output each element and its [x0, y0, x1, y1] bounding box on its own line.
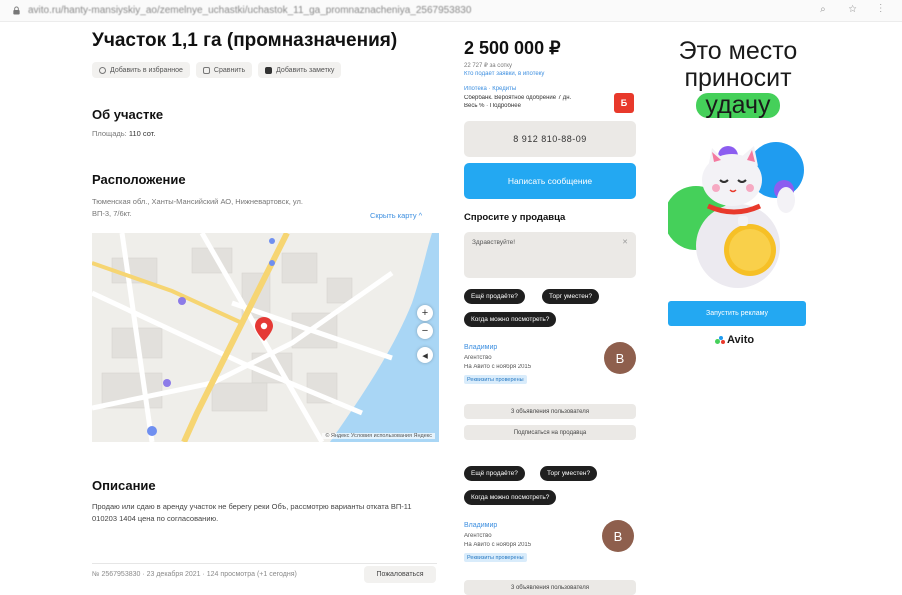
seller-verified-badge: Реквизиты проверены	[464, 375, 527, 384]
ad-headline[interactable]: Это место приносит удачу	[668, 38, 808, 119]
url-text[interactable]: avito.ru/hanty-mansiyskiy_ao/zemelnye_uc…	[28, 5, 471, 16]
ad-line-2: приносит	[684, 64, 792, 92]
seller-verified-badge-2: Реквизиты проверены	[464, 553, 527, 562]
add-favorite-label: Добавить в избранное	[110, 66, 183, 74]
add-note-label: Добавить заметку	[276, 66, 335, 74]
map-attribution[interactable]: © Яндекс Условия использования Яндекс	[322, 433, 435, 439]
heart-icon	[99, 66, 106, 74]
zoom-out-button[interactable]: −	[417, 323, 433, 339]
promo-line-3[interactable]: Весь % · Подробнее	[464, 103, 521, 110]
bank-logo-badge: Б	[614, 93, 634, 113]
ask-seller-input[interactable]: Здравствуйте! ✕	[464, 232, 636, 278]
price-note-link[interactable]: Кто подаёт заявки, в ипотеку	[464, 71, 544, 78]
ad-line-1: Это место	[678, 37, 798, 65]
locate-me-button[interactable]: ◂	[417, 347, 433, 363]
ad-launch-button[interactable]: Запустить рекламу	[668, 301, 806, 326]
lucky-cat-illustration[interactable]	[668, 134, 808, 294]
listing-actions: Добавить в избранное Сравнить Добавить з…	[92, 62, 342, 78]
seller-ads-button-2[interactable]: 3 объявления пользователя	[464, 580, 636, 595]
seller-role-2: Агентство	[464, 533, 492, 539]
seller-name-link[interactable]: Владимир	[464, 344, 497, 351]
ad-highlight-word: удачу	[696, 93, 780, 118]
location-map[interactable]: + − ◂ © Яндекс Условия использования Янд…	[92, 233, 439, 442]
area-row: Площадь: 110 сот.	[92, 129, 155, 138]
price-per-area: 22 727 ₽ за сотку	[464, 63, 512, 69]
add-note-button[interactable]: Добавить заметку	[258, 62, 342, 78]
listing-footer-meta: № 2567953830 · 23 декабря 2021 · 124 про…	[92, 571, 297, 578]
about-heading: Об участке	[92, 107, 164, 122]
zoom-in-button[interactable]: +	[417, 305, 433, 321]
quick-question-still-selling-2[interactable]: Ещё продаёте?	[464, 466, 525, 481]
footer-divider	[92, 563, 437, 564]
avito-logo[interactable]: Avito	[715, 334, 754, 346]
quick-question-viewing-2[interactable]: Когда можно посмотреть?	[464, 490, 557, 505]
location-heading: Расположение	[92, 172, 186, 187]
note-icon	[265, 66, 273, 74]
compare-icon	[202, 66, 210, 74]
avito-logo-icon	[715, 336, 725, 344]
complain-button[interactable]: Пожаловаться	[364, 566, 436, 583]
add-favorite-button[interactable]: Добавить в избранное	[92, 62, 190, 78]
compare-button[interactable]: Сравнить	[195, 62, 253, 78]
price: 2 500 000 ₽	[464, 38, 561, 58]
compare-label: Сравнить	[213, 66, 246, 74]
lock-icon	[13, 6, 20, 15]
quick-question-still-selling[interactable]: Ещё продаёте?	[464, 289, 525, 304]
seller-since-2: На Авито с ноября 2015	[464, 542, 532, 548]
promo-line-1: Ипотека · Кредиты	[464, 86, 516, 93]
quick-question-bargain-2[interactable]: Торг уместен?	[540, 466, 598, 481]
avito-logo-text: Avito	[727, 334, 755, 346]
address-line-1: Тюменская обл., Ханты-Мансийский АО, Ниж…	[92, 197, 303, 206]
ask-seller-input-text: Здравствуйте!	[472, 239, 516, 246]
toggle-map-link[interactable]: Скрыть карту ^	[370, 211, 422, 220]
map-tiles	[92, 233, 439, 442]
seller-ads-button[interactable]: 3 объявления пользователя	[464, 404, 636, 419]
browser-url-bar[interactable]: avito.ru/hanty-mansiyskiy_ao/zemelnye_uc…	[0, 0, 902, 22]
quick-question-bargain[interactable]: Торг уместен?	[542, 289, 600, 304]
area-value: 110 сот.	[128, 129, 156, 138]
seller-role: Агентство	[464, 355, 492, 361]
promo-line-2: Сбербанк. Вероятное одобрение 7 дн.	[464, 95, 572, 101]
subscribe-seller-button[interactable]: Подписаться на продавца	[464, 425, 636, 440]
browser-toolbar-icons[interactable]: ⌕ ☆ ⋮	[820, 4, 892, 15]
description-heading: Описание	[92, 478, 156, 493]
seller-avatar-2[interactable]: В	[602, 520, 634, 552]
clear-input-icon[interactable]: ✕	[622, 238, 628, 246]
area-label: Площадь:	[92, 129, 127, 138]
seller-name-link-2[interactable]: Владимир	[464, 522, 497, 529]
show-phone-button[interactable]: 8 912 810-88-09	[464, 121, 636, 157]
seller-avatar[interactable]: В	[604, 342, 636, 374]
listing-title: Участок 1,1 га (промназначения)	[92, 30, 398, 51]
seller-since: На Авито с ноября 2015	[464, 364, 532, 370]
promo-line-1-text: Ипотека · Кредиты	[464, 86, 517, 92]
quick-question-viewing[interactable]: Когда можно посмотреть?	[464, 312, 557, 327]
ask-seller-heading: Спросите у продавца	[464, 212, 566, 223]
price-note-text: Кто подаёт заявки, в ипотеку	[464, 71, 545, 77]
address-line-2: ВП-3, 7/6кт.	[92, 209, 132, 218]
description-text: Продаю или сдаю в аренду участок не бере…	[92, 502, 412, 523]
write-message-button[interactable]: Написать сообщение	[464, 163, 636, 199]
